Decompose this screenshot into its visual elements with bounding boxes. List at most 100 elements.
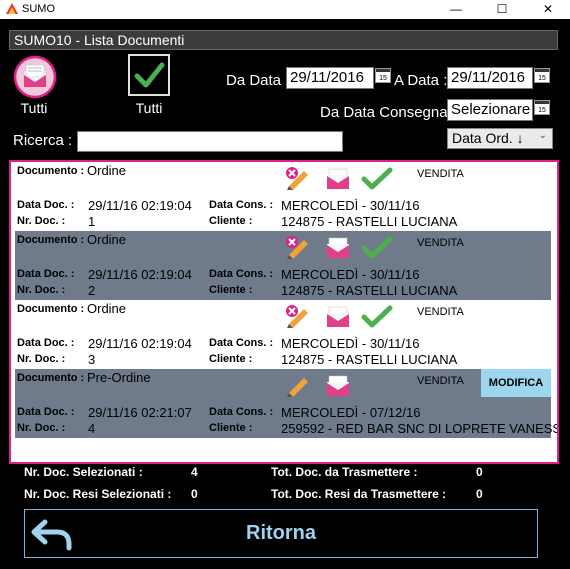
document-kind: VENDITA <box>417 168 464 180</box>
field-label-documento: Documento : <box>17 303 85 315</box>
to-date-field[interactable]: 29/11/2016 <box>447 67 533 89</box>
confirm-check-button[interactable] <box>360 166 393 190</box>
selected-returns-value: 0 <box>191 487 198 501</box>
close-button[interactable]: ✕ <box>525 0 570 19</box>
delivery-date: MERCOLEDÌ - 30/11/16 <box>281 267 420 282</box>
document-date: 29/11/16 02:19:04 <box>88 336 192 351</box>
back-button[interactable]: Ritorna <box>24 509 538 558</box>
field-label-data-doc: Data Doc. : <box>17 268 75 280</box>
to-date-calendar-icon[interactable]: 15 <box>534 68 550 83</box>
confirm-check-button[interactable] <box>360 304 393 328</box>
send-mail-button[interactable] <box>326 373 354 397</box>
delete-edit-button[interactable] <box>284 235 312 259</box>
pencil-icon <box>287 378 308 397</box>
document-number: 4 <box>88 421 96 436</box>
field-label-data-doc: Data Doc. : <box>17 337 75 349</box>
field-label-cliente: Cliente : <box>209 284 253 296</box>
delivery-date-calendar-icon[interactable]: 15 <box>534 100 550 115</box>
delete-edit-icon <box>286 305 308 328</box>
delete-edit-button[interactable] <box>284 166 312 190</box>
window-titlebar: SUMO — ☐ ✕ <box>0 0 570 19</box>
docs-to-send-label: Tot. Doc. da Trasmettere : <box>271 465 418 479</box>
field-label-cliente: Cliente : <box>209 422 253 434</box>
field-label-nr-doc: Nr. Doc. : <box>17 422 66 434</box>
delivery-date: MERCOLEDÌ - 30/11/16 <box>281 336 420 351</box>
document-date: 29/11/16 02:21:07 <box>88 405 192 420</box>
customer-name: 259592 - RED BAR SNC DI LOPRETE VANESSA … <box>281 421 559 436</box>
delete-edit-icon <box>286 236 308 259</box>
list-item[interactable]: Documento : Ordine VENDITA Data Doc. : 2… <box>15 300 551 369</box>
delivery-date: MERCOLEDÌ - 07/12/16 <box>281 405 421 420</box>
document-kind: VENDITA <box>417 375 464 387</box>
selected-docs-label: Nr. Doc. Selezionati : <box>24 465 143 479</box>
document-kind: VENDITA <box>417 237 464 249</box>
delivery-date-label: Da Data Consegna : <box>320 104 456 121</box>
search-input[interactable] <box>77 131 343 152</box>
window-title: SUMO <box>22 3 55 15</box>
page-header: SUMO10 - Lista Documenti <box>9 30 558 50</box>
document-type: Ordine <box>87 163 127 178</box>
confirm-check-button[interactable] <box>360 235 393 259</box>
customer-name: 124875 - RASTELLI LUCIANA <box>281 283 458 298</box>
send-mail-button[interactable] <box>326 166 354 190</box>
mail-icon <box>327 375 349 396</box>
list-item[interactable]: Documento : Ordine VENDITA Data Doc. : 2… <box>15 231 551 300</box>
field-label-documento: Documento : <box>17 165 85 177</box>
modify-button[interactable]: MODIFICA <box>481 369 551 397</box>
delivery-date-field[interactable]: Selezionare <box>447 99 533 121</box>
document-date: 29/11/16 02:19:04 <box>88 198 192 213</box>
customer-name: 124875 - RASTELLI LUCIANA <box>281 214 458 229</box>
document-number: 2 <box>88 283 96 298</box>
filter-all-mail-button[interactable] <box>12 55 58 99</box>
mail-icon <box>327 306 349 327</box>
to-date-label: A Data : <box>394 72 448 89</box>
field-label-cliente: Cliente : <box>209 215 253 227</box>
list-item[interactable]: Documento : Pre-Ordine VENDITA MODIFICA … <box>15 369 557 438</box>
document-type: Ordine <box>87 232 127 247</box>
document-date: 29/11/16 02:19:04 <box>88 267 192 282</box>
document-type: Pre-Ordine <box>87 370 151 385</box>
send-mail-button[interactable] <box>326 304 354 328</box>
checkmark-icon <box>361 305 393 328</box>
delivery-date: MERCOLEDÌ - 30/11/16 <box>281 198 420 213</box>
field-label-nr-doc: Nr. Doc. : <box>17 353 66 365</box>
list-item[interactable]: Documento : Ordine VENDITA Data Doc. : 2… <box>15 162 551 231</box>
minimize-button[interactable]: — <box>433 0 479 19</box>
customer-name: 124875 - RASTELLI LUCIANA <box>281 352 458 367</box>
document-list[interactable]: Documento : Ordine VENDITA Data Doc. : 2… <box>9 160 559 464</box>
field-label-nr-doc: Nr. Doc. : <box>17 215 66 227</box>
docs-to-send-value: 0 <box>476 465 483 479</box>
from-date-calendar-icon[interactable]: 15 <box>375 68 391 83</box>
send-mail-button[interactable] <box>326 235 354 259</box>
filter-all-mail-label: Tutti <box>20 100 48 116</box>
chevron-down-icon: ⌄ <box>538 130 547 141</box>
from-date-field[interactable]: 29/11/2016 <box>286 67 374 89</box>
returns-to-send-label: Tot. Doc. Resi da Trasmettere : <box>271 487 447 501</box>
mail-icon <box>327 168 349 189</box>
document-kind: VENDITA <box>417 306 464 318</box>
field-label-data-doc: Data Doc. : <box>17 406 75 418</box>
search-label: Ricerca : <box>13 132 73 149</box>
sort-select[interactable]: Data Ord. ↓ ⌄ <box>447 128 553 149</box>
page-title: SUMO10 - Lista Documenti <box>14 32 185 48</box>
app-logo-icon <box>6 3 18 14</box>
document-type: Ordine <box>87 301 127 316</box>
field-label-cliente: Cliente : <box>209 353 253 365</box>
field-label-data-cons: Data Cons. : <box>209 268 274 280</box>
maximize-button[interactable]: ☐ <box>479 0 525 19</box>
field-label-documento: Documento : <box>17 234 85 246</box>
filter-all-check-button[interactable] <box>128 54 170 96</box>
svg-text:15: 15 <box>538 107 546 114</box>
field-label-data-cons: Data Cons. : <box>209 337 274 349</box>
edit-button[interactable] <box>284 373 312 397</box>
field-label-data-cons: Data Cons. : <box>209 406 274 418</box>
checkmark-icon <box>128 54 170 96</box>
sort-select-value: Data Ord. ↓ <box>452 130 524 146</box>
checkmark-icon <box>361 167 393 190</box>
field-label-data-doc: Data Doc. : <box>17 199 75 211</box>
delete-edit-button[interactable] <box>284 304 312 328</box>
document-number: 1 <box>88 214 96 229</box>
field-label-documento: Documento : <box>17 372 85 384</box>
svg-text:15: 15 <box>379 75 387 82</box>
selected-docs-value: 4 <box>191 465 198 479</box>
